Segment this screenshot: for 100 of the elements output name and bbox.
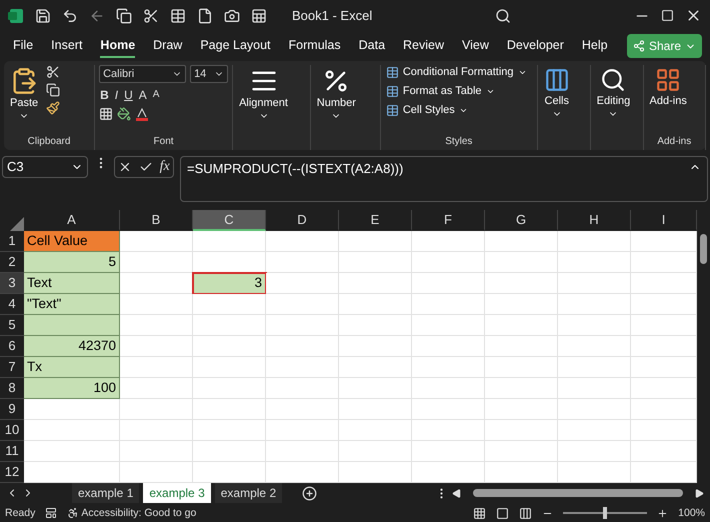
sheet-tab[interactable]: example 1: [72, 483, 140, 504]
accessibility-status[interactable]: Accessibility: Good to go: [81, 507, 196, 520]
sheet-tab[interactable]: example 3: [143, 483, 211, 504]
zoom-level[interactable]: 100%: [678, 507, 705, 520]
back-arrow-icon[interactable]: [89, 8, 105, 24]
table-cell[interactable]: 3: [193, 272, 266, 294]
row-header[interactable]: 6: [0, 336, 24, 357]
cells-button[interactable]: Cells: [542, 64, 572, 121]
font-style-button[interactable]: A: [152, 88, 160, 102]
table-cell[interactable]: Tx: [24, 356, 120, 378]
group-label: Add-ins: [656, 136, 692, 149]
row-header[interactable]: 7: [0, 356, 24, 378]
scrollbar-thumb[interactable]: [700, 234, 707, 264]
columns-icon: [544, 66, 570, 93]
scroll-left-icon[interactable]: [452, 488, 461, 498]
table-cell[interactable]: "Text": [24, 294, 120, 315]
row-header[interactable]: 8: [0, 378, 24, 399]
font-style-button[interactable]: A: [138, 86, 148, 103]
row-header[interactable]: 5: [0, 314, 24, 336]
styles-menu-item[interactable]: Cell Styles: [384, 102, 528, 118]
zoom-in-icon[interactable]: [657, 508, 668, 519]
number-button[interactable]: Number: [314, 64, 358, 123]
styles-menu-item[interactable]: Conditional Formatting: [384, 64, 528, 80]
insert-function-button[interactable]: fx: [160, 158, 170, 175]
scroll-right-icon[interactable]: [695, 488, 704, 498]
row-header[interactable]: 1: [0, 230, 24, 252]
menu-tab[interactable]: Review: [403, 34, 444, 58]
paintbrush-icon[interactable]: [46, 100, 60, 115]
status-text: Ready: [5, 507, 36, 520]
row-header[interactable]: 10: [0, 420, 24, 441]
table-cell[interactable]: 5: [24, 252, 120, 273]
search-icon[interactable]: [495, 8, 512, 24]
page-break-icon[interactable]: [519, 506, 532, 520]
horizontal-scrollbar[interactable]: [473, 489, 683, 498]
page-layout-icon[interactable]: [496, 506, 510, 520]
sheet-tab[interactable]: example 2: [214, 483, 282, 504]
font-name-field[interactable]: Calibri: [99, 64, 186, 83]
add-sheet-icon[interactable]: [302, 486, 318, 501]
scissors-icon[interactable]: [143, 8, 159, 24]
menu-tab[interactable]: Data: [358, 34, 386, 58]
table-icon: [386, 66, 399, 79]
formula-input[interactable]: =SUMPRODUCT(--(ISTEXT(A2:A8))): [180, 156, 708, 202]
name-box[interactable]: C3: [2, 156, 88, 178]
table-icon: [386, 84, 399, 98]
menu-tab[interactable]: Help: [582, 34, 608, 58]
maximize-icon[interactable]: [661, 9, 674, 22]
table-cell[interactable]: 42370: [24, 336, 120, 357]
group-label: Font: [152, 136, 175, 149]
paste-button[interactable]: Paste: [8, 64, 40, 123]
font-color-icon[interactable]: [135, 106, 150, 121]
normal-view-icon[interactable]: [473, 506, 486, 520]
macro-icon[interactable]: [45, 507, 58, 520]
table-cell[interactable]: [24, 314, 120, 336]
table-icon: [386, 104, 399, 117]
font-style-button[interactable]: I: [114, 86, 120, 103]
accessibility-icon[interactable]: [67, 507, 80, 520]
menu-tab[interactable]: Draw: [153, 34, 182, 58]
row-header[interactable]: 4: [0, 294, 24, 315]
share-icon: [632, 40, 645, 52]
window-title: Book1 - Excel: [292, 8, 372, 24]
undo-icon[interactable]: [62, 8, 78, 24]
file-icon[interactable]: [197, 8, 213, 24]
table-cell[interactable]: Text: [24, 272, 120, 294]
zoom-slider-thumb[interactable]: [603, 507, 608, 520]
copy-icon[interactable]: [116, 8, 132, 24]
save-icon[interactable]: [35, 8, 51, 24]
row-header[interactable]: 11: [0, 440, 24, 462]
group-label: Styles: [444, 136, 474, 149]
row-header[interactable]: 9: [0, 398, 24, 420]
sheet-icon[interactable]: [251, 8, 267, 24]
menu-tab[interactable]: View: [462, 34, 489, 58]
table-cell[interactable]: Cell Value: [24, 230, 120, 252]
menu-tab[interactable]: File: [13, 34, 34, 58]
camera-icon[interactable]: [224, 8, 240, 24]
menu-tab[interactable]: Developer: [506, 34, 564, 58]
magnifier-icon: [600, 66, 626, 93]
add-ins-button[interactable]: Add-ins: [648, 64, 689, 109]
font-style-button[interactable]: B: [99, 86, 110, 103]
menu-tab[interactable]: Formulas: [288, 34, 341, 58]
row-header[interactable]: 12: [0, 462, 24, 483]
row-header[interactable]: 3: [0, 272, 24, 294]
styles-menu-item[interactable]: Format as Table: [384, 84, 528, 99]
menu-tab[interactable]: Page Layout: [200, 34, 271, 58]
table-cell[interactable]: 100: [24, 378, 120, 399]
font-style-button[interactable]: U: [123, 86, 134, 103]
copy-icon[interactable]: [46, 82, 60, 97]
menu-tab[interactable]: Home: [100, 34, 136, 58]
font-size-field[interactable]: 14: [190, 64, 228, 83]
column-header[interactable]: C: [193, 210, 266, 231]
menu-tab[interactable]: Insert: [51, 34, 82, 58]
excel-logo-icon[interactable]: [8, 8, 24, 24]
grid-icon: [655, 66, 682, 93]
fill-bucket-icon[interactable]: [117, 106, 132, 121]
row-header[interactable]: 2: [0, 252, 24, 273]
editing-button[interactable]: Editing: [594, 64, 632, 121]
scissors-icon[interactable]: [46, 64, 60, 79]
table-icon[interactable]: [170, 8, 186, 24]
group-label: Clipboard: [26, 136, 72, 149]
borders-icon[interactable]: [99, 106, 114, 121]
alignment-button[interactable]: Alignment: [237, 64, 290, 123]
